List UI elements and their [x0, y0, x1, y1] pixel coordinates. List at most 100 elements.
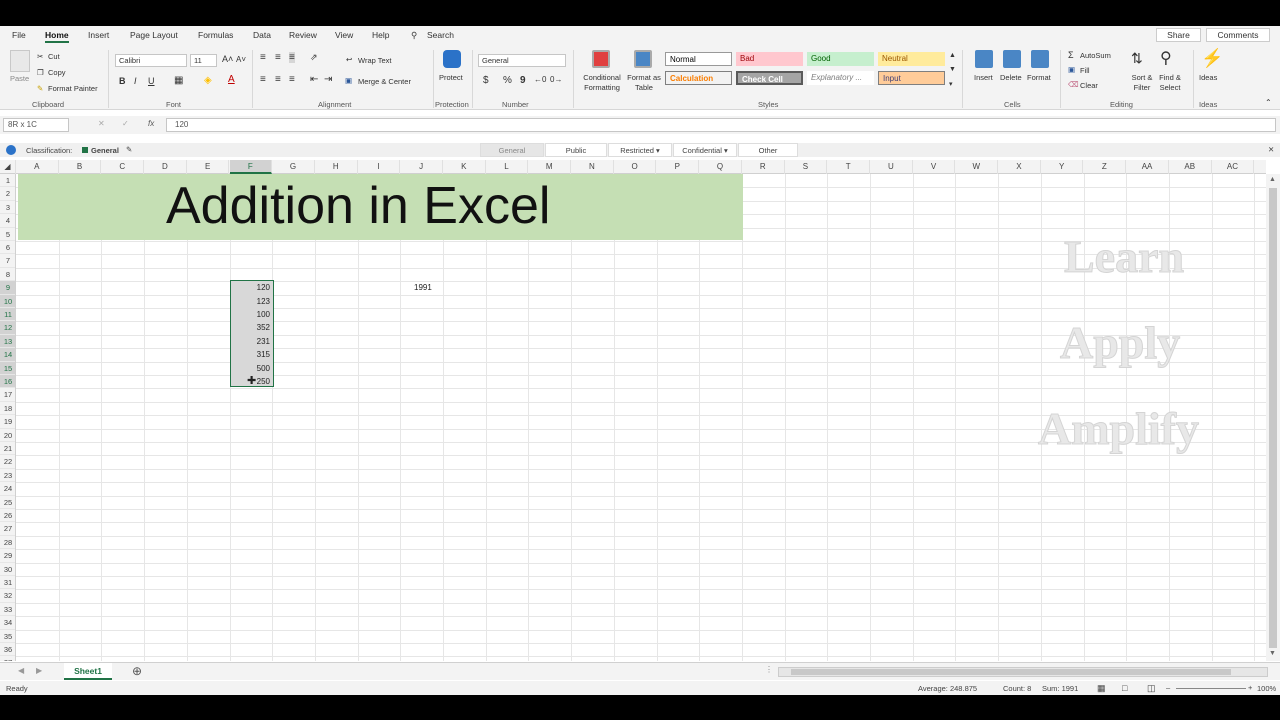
sort-filter-icon[interactable]: ⇅: [1131, 50, 1143, 67]
orientation-icon[interactable]: ⇗: [310, 52, 318, 63]
insert-cells-button[interactable]: Insert: [974, 73, 993, 82]
shrink-font-icon[interactable]: A˅: [236, 55, 246, 64]
value-cell[interactable]: 123: [230, 297, 270, 306]
cell-style-bad[interactable]: Bad: [736, 52, 803, 66]
column-header-e[interactable]: E: [187, 160, 230, 174]
column-header-p[interactable]: P: [657, 160, 700, 174]
row-header-20[interactable]: 20: [0, 429, 15, 442]
delete-cells-button[interactable]: Delete: [1000, 73, 1022, 82]
grow-font-icon[interactable]: A˄: [222, 54, 233, 64]
column-header-t[interactable]: T: [827, 160, 870, 174]
close-classification-icon[interactable]: ✕: [1268, 145, 1274, 154]
italic-button[interactable]: I: [134, 76, 137, 86]
column-header-k[interactable]: K: [443, 160, 486, 174]
cell-style-normal[interactable]: Normal: [665, 52, 732, 66]
currency-button[interactable]: $: [483, 75, 489, 86]
row-header-26[interactable]: 26: [0, 509, 15, 523]
tab-split-handle-icon[interactable]: ⋮: [765, 665, 773, 674]
cut-button[interactable]: Cut: [48, 52, 60, 61]
row-header-29[interactable]: 29: [0, 549, 15, 563]
decrease-decimal-icon[interactable]: 0→: [550, 75, 562, 84]
column-header-i[interactable]: I: [358, 160, 401, 174]
zoom-out-icon[interactable]: –: [1166, 683, 1170, 692]
decrease-indent-icon[interactable]: ⇤: [310, 74, 318, 85]
page-break-view-icon[interactable]: ◫: [1147, 683, 1156, 694]
tab-help[interactable]: Help: [372, 30, 389, 40]
paste-icon[interactable]: [10, 50, 30, 72]
confirm-entry-icon[interactable]: ✓: [122, 119, 129, 128]
zoom-slider[interactable]: [1176, 688, 1246, 689]
underline-button[interactable]: U: [148, 76, 155, 86]
title-banner[interactable]: Addition in Excel: [18, 174, 743, 240]
tab-page-layout[interactable]: Page Layout: [130, 30, 178, 40]
row-header-33[interactable]: 33: [0, 603, 15, 617]
normal-view-icon[interactable]: ▦: [1097, 683, 1106, 694]
column-header-l[interactable]: L: [486, 160, 529, 174]
increase-decimal-icon[interactable]: ←0: [534, 75, 546, 84]
delete-cells-icon[interactable]: [1003, 50, 1021, 68]
value-cell[interactable]: 120: [230, 283, 270, 292]
row-header-25[interactable]: 25: [0, 496, 15, 509]
sort-filter-button[interactable]: Sort & Filter: [1128, 73, 1156, 93]
classification-option-other[interactable]: Other: [738, 143, 798, 157]
column-header-m[interactable]: M: [528, 160, 572, 174]
sum-result-cell[interactable]: 1991: [414, 283, 454, 292]
tab-home[interactable]: Home: [45, 30, 69, 43]
protect-icon[interactable]: [443, 50, 461, 68]
worksheet-grid[interactable]: Addition in Excel 120 123 100 352 231 315 500 2…: [16, 174, 1266, 661]
scroll-down-icon[interactable]: ▼: [1269, 650, 1276, 657]
conditional-formatting-button[interactable]: Conditional Formatting: [579, 73, 625, 93]
row-header-22[interactable]: 22: [0, 455, 15, 469]
row-header-14[interactable]: 14: [0, 348, 15, 362]
column-header-a[interactable]: A: [16, 160, 59, 174]
column-header-b[interactable]: B: [59, 160, 102, 174]
fill-button[interactable]: Fill: [1080, 66, 1090, 75]
comma-button[interactable]: 9: [520, 75, 526, 86]
align-middle-icon[interactable]: ≡: [275, 52, 281, 63]
protect-button[interactable]: Protect: [439, 73, 463, 82]
value-cell[interactable]: 352: [230, 323, 270, 332]
search-label[interactable]: Search: [427, 30, 454, 40]
row-header-3[interactable]: 3: [0, 201, 15, 215]
number-format-select[interactable]: General: [478, 54, 566, 67]
collapse-ribbon-icon[interactable]: ⌃: [1265, 98, 1272, 107]
clear-button[interactable]: Clear: [1080, 81, 1098, 90]
font-name-select[interactable]: Calibri: [115, 54, 187, 67]
page-layout-view-icon[interactable]: □: [1122, 683, 1127, 693]
scrollbar-thumb[interactable]: [1269, 188, 1277, 648]
ideas-button[interactable]: Ideas: [1199, 73, 1217, 82]
styles-scroll-up-icon[interactable]: ▲: [949, 52, 956, 59]
column-header-x[interactable]: X: [998, 160, 1041, 174]
column-header-u[interactable]: U: [870, 160, 913, 174]
next-sheet-icon[interactable]: ▶: [36, 666, 42, 675]
row-header-12[interactable]: 12: [0, 321, 15, 335]
column-header-y[interactable]: Y: [1041, 160, 1084, 174]
row-header-17[interactable]: 17: [0, 388, 15, 402]
align-top-icon[interactable]: ≡: [260, 52, 266, 63]
styles-more-icon[interactable]: ▾: [949, 80, 953, 88]
scroll-up-icon[interactable]: ▲: [1269, 176, 1276, 183]
cell-style-explanatory[interactable]: Explanatory ...: [807, 71, 874, 85]
tab-file[interactable]: File: [12, 30, 26, 40]
row-header-9[interactable]: 9: [0, 281, 15, 295]
row-header-34[interactable]: 34: [0, 616, 15, 630]
row-header-5[interactable]: 5: [0, 228, 15, 241]
bold-button[interactable]: B: [119, 76, 126, 86]
row-header-37[interactable]: 37: [0, 656, 15, 661]
row-header-24[interactable]: 24: [0, 482, 15, 496]
column-header-ab[interactable]: AB: [1169, 160, 1212, 174]
column-header-q[interactable]: Q: [699, 160, 742, 174]
align-right-icon[interactable]: ≡: [289, 74, 295, 85]
cancel-entry-icon[interactable]: ✕: [98, 119, 105, 128]
h-scrollbar-thumb[interactable]: [791, 669, 1231, 675]
row-header-23[interactable]: 23: [0, 469, 15, 483]
copy-button[interactable]: Copy: [48, 68, 66, 77]
column-header-o[interactable]: O: [614, 160, 657, 174]
row-header-32[interactable]: 32: [0, 589, 15, 603]
comments-button[interactable]: Comments: [1206, 28, 1270, 42]
find-select-button[interactable]: Find & Select: [1155, 73, 1185, 93]
wrap-text-button[interactable]: Wrap Text: [358, 56, 392, 65]
find-select-icon[interactable]: ⚲: [1160, 48, 1172, 68]
format-cells-icon[interactable]: [1031, 50, 1049, 68]
conditional-formatting-icon[interactable]: [592, 50, 610, 68]
